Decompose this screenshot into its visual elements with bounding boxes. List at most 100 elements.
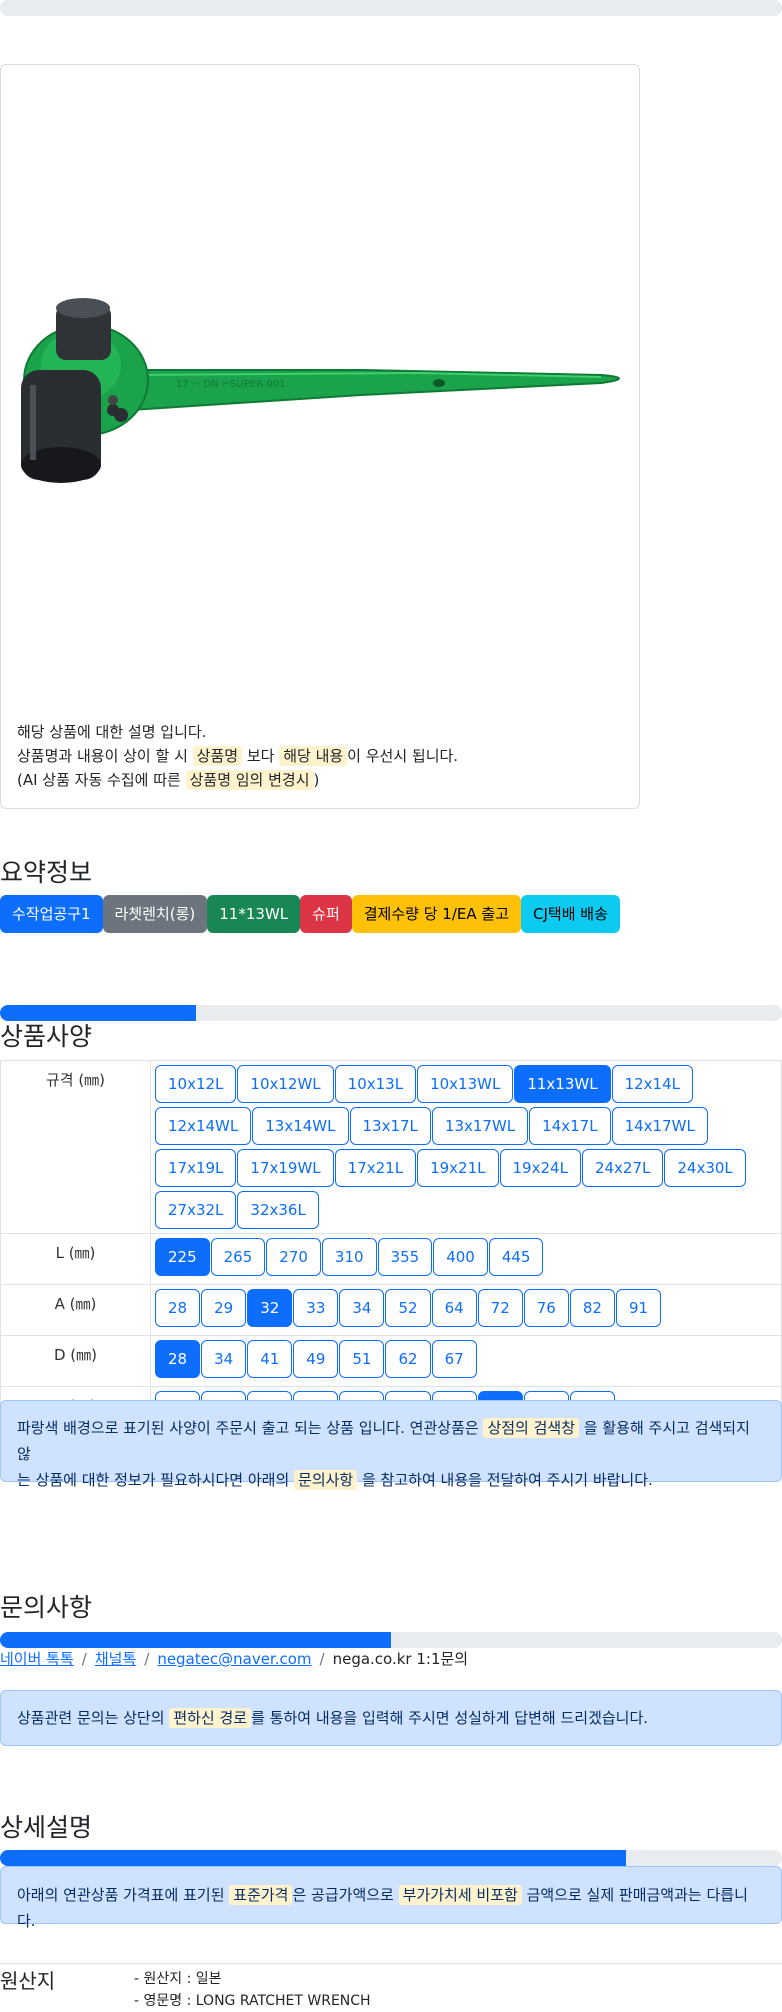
spec-option-button[interactable]: 19x21L xyxy=(417,1149,499,1187)
inquiry-progress-bar xyxy=(0,1632,782,1648)
detail-title: 상세설명 xyxy=(0,1813,93,1842)
spec-options: 28 29 32 33 34 52 64 72 76 82 91 xyxy=(150,1284,782,1336)
spec-option-button[interactable]: 17x19WL xyxy=(237,1149,334,1187)
spec-option-button[interactable]: 12x14WL xyxy=(155,1107,252,1145)
spec-options: 225 265 270 310 355 400 445 xyxy=(150,1233,782,1285)
spec-option-button[interactable]: 33 xyxy=(293,1289,339,1327)
spec-option-button[interactable]: 51 xyxy=(339,1340,385,1378)
product-image: 17 ⌐ DN ⌐SUPER 001 xyxy=(21,298,620,483)
spec-option-button[interactable]: 355 xyxy=(377,1238,433,1276)
spec-row-label: A (㎜) xyxy=(0,1284,151,1336)
spec-option-button[interactable]: 27x32L xyxy=(155,1191,237,1229)
spec-option-button[interactable]: 34 xyxy=(201,1340,247,1378)
spec-option-button[interactable]: 10x12WL xyxy=(237,1065,334,1103)
spec-notice: 파랑색 배경으로 표기된 사양이 주문시 출고 되는 상품 입니다. 연관상품은… xyxy=(0,1400,782,1490)
spec-option-button[interactable]: 11x13WL xyxy=(514,1065,611,1103)
spec-option-button[interactable]: 72 xyxy=(477,1289,523,1327)
spec-option-button[interactable]: 34 xyxy=(339,1289,385,1327)
highlight-search: 상점의 검색창 xyxy=(483,1418,580,1438)
spec-option-button[interactable]: 19x24L xyxy=(499,1149,581,1187)
spec-option-button[interactable]: 13x17L xyxy=(349,1107,431,1145)
spec-option-button[interactable]: 17x21L xyxy=(334,1149,417,1187)
summary-badge: 라쳇렌치(롱) xyxy=(102,895,208,933)
spec-option-button[interactable]: 13x14WL xyxy=(252,1107,349,1145)
origin-country: - 원산지 : 일본 xyxy=(134,1971,222,1987)
separator: / xyxy=(81,1650,87,1668)
top-progress-bar xyxy=(0,0,782,16)
spec-option-button[interactable]: 17x19L xyxy=(155,1149,237,1187)
inquiry-links: 네이버 톡톡 / 채널톡 / negatec@naver.com / nega.co.kr … xyxy=(0,1648,468,1669)
spec-option-button[interactable]: 29 xyxy=(201,1289,247,1327)
summary-badge: 슈퍼 xyxy=(300,895,352,933)
channeltalk-link[interactable]: 채널톡 xyxy=(95,1650,136,1668)
spec-option-button[interactable]: 10x13WL xyxy=(417,1065,514,1103)
spec-option-button[interactable]: 14x17L xyxy=(529,1107,611,1145)
origin-english-name: - 영문명 : LONG RATCHET WRENCH xyxy=(134,1993,371,2009)
spec-option-button[interactable]: 24x30L xyxy=(664,1149,746,1187)
highlight-channels: 편하신 경로 xyxy=(169,1708,252,1728)
spec-option-button[interactable]: 265 xyxy=(210,1238,266,1276)
naver-talktalk-link[interactable]: 네이버 톡톡 xyxy=(0,1650,74,1668)
desc-line-1: 해당 상품에 대한 설명 입니다. xyxy=(17,723,207,741)
inquiry-notice: 상품관련 문의는 상단의 편하신 경로 를 통하여 내용을 입력해 주시면 성실하… xyxy=(0,1690,782,1746)
spec-option-button[interactable]: 270 xyxy=(266,1238,321,1276)
highlight-inquiry: 문의사항 xyxy=(294,1470,358,1490)
desc-text: 이 우선시 됩니다. xyxy=(347,747,459,765)
detail-notice: 아래의 연관상품 가격표에 표기된 표준가격 은 공급가액으로 부가가치세 비포함… xyxy=(0,1866,782,1930)
highlight-name-change: 상품명 임의 변경시 xyxy=(185,770,314,790)
spec-option-button[interactable]: 28 xyxy=(155,1289,201,1327)
spec-table: 규격 (㎜) 10x12L 10x12WL 10x13L 10x13WL 11x13WL 1… xyxy=(0,1060,782,1438)
spec-option-button[interactable]: 67 xyxy=(431,1340,477,1378)
spec-option-button[interactable]: 52 xyxy=(385,1289,431,1327)
spec-option-button[interactable]: 24x27L xyxy=(581,1149,664,1187)
spec-option-button[interactable]: 64 xyxy=(431,1289,477,1327)
origin-divider xyxy=(0,1963,782,1964)
spec-option-button[interactable]: 14x17WL xyxy=(611,1107,708,1145)
spec-option-button[interactable]: 13x17WL xyxy=(431,1107,529,1145)
separator: / xyxy=(144,1650,150,1668)
spec-option-button[interactable]: 32 xyxy=(247,1289,293,1327)
email-link[interactable]: negatec@naver.com xyxy=(157,1650,311,1668)
separator: / xyxy=(319,1650,325,1668)
summary-badges: 수작업공구1 라쳇렌치(롱) 11*13WL 슈퍼 결제수량 당 1/EA 출고 CJ택배… xyxy=(0,895,620,933)
spec-row-label: L (㎜) xyxy=(0,1233,151,1285)
spec-option-button[interactable]: 32x36L xyxy=(237,1191,319,1229)
summary-badge: 수작업공구1 xyxy=(0,895,103,933)
spec-option-button[interactable]: 10x13L xyxy=(334,1065,417,1103)
spec-progress-bar xyxy=(0,1005,782,1021)
highlight-content: 해당 내용 xyxy=(279,746,348,766)
summary-badge: 결제수량 당 1/EA 출고 xyxy=(351,895,521,933)
spec-option-button[interactable]: 10x12L xyxy=(155,1065,237,1103)
inquiry-title: 문의사항 xyxy=(0,1593,93,1622)
spec-option-button[interactable]: 41 xyxy=(247,1340,293,1378)
spec-option-button[interactable]: 49 xyxy=(293,1340,339,1378)
spec-option-button[interactable]: 400 xyxy=(433,1238,488,1276)
spec-option-button[interactable]: 82 xyxy=(569,1289,615,1327)
detail-progress-fill xyxy=(0,1850,626,1866)
summary-badge: 11*13WL xyxy=(207,895,301,933)
spec-option-button[interactable]: 12x14L xyxy=(611,1065,694,1103)
desc-line-3: (AI 상품 자동 수집에 따른 상품명 임의 변경시) xyxy=(17,768,458,792)
spec-title: 상품사양 xyxy=(0,1022,93,1051)
spec-row: D (㎜) 28 34 41 49 51 62 67 xyxy=(0,1335,782,1387)
handle-engraving: 17 ⌐ DN ⌐SUPER 001 xyxy=(176,379,285,390)
spec-option-button[interactable]: 310 xyxy=(321,1238,377,1276)
origin-label: 원산지 xyxy=(0,1969,56,1993)
notice-text: 아래의 연관상품 가격표에 표기된 xyxy=(17,1886,230,1904)
spec-options: 28 34 41 49 51 62 67 xyxy=(150,1335,782,1387)
spec-row-label: D (㎜) xyxy=(0,1335,151,1387)
desc-line-2: 상품명과 내용이 상이 할 시 상품명 보다 해당 내용 이 우선시 됩니다. xyxy=(17,744,458,768)
summary-title: 요약정보 xyxy=(0,858,93,887)
inquiry-progress-fill xyxy=(0,1632,391,1648)
spec-row: L (㎜) 225 265 270 310 355 400 445 xyxy=(0,1233,782,1285)
spec-option-button[interactable]: 62 xyxy=(385,1340,431,1378)
origin-details: - 원산지 : 일본 - 영문명 : LONG RATCHET WRENCH xyxy=(134,1968,371,2012)
spec-option-button[interactable]: 225 xyxy=(155,1238,210,1276)
spec-option-button[interactable]: 28 xyxy=(155,1340,201,1378)
desc-text: ) xyxy=(313,771,320,789)
spec-option-button[interactable]: 76 xyxy=(523,1289,569,1327)
spec-option-button[interactable]: 91 xyxy=(615,1289,662,1327)
spec-options: 10x12L 10x12WL 10x13L 10x13WL 11x13WL 12x14L1… xyxy=(150,1060,782,1234)
highlight-vat: 부가가치세 비포함 xyxy=(398,1885,522,1905)
spec-option-button[interactable]: 445 xyxy=(488,1238,544,1276)
